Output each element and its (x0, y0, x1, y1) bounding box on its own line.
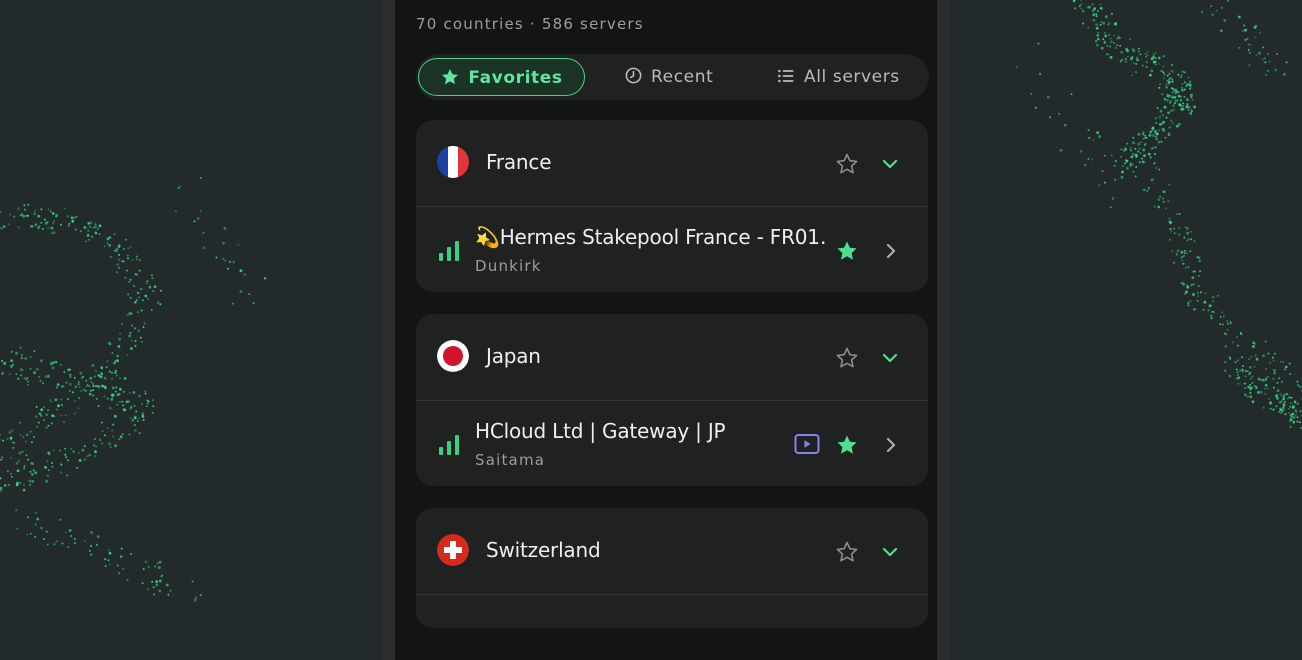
signal-strength-icon (438, 433, 460, 455)
tab-all-servers-label: All servers (804, 67, 900, 87)
server-row[interactable]: 💫Hermes Stakepool France - FR01… Dunkirk (416, 207, 928, 292)
star-filled-icon[interactable] (835, 239, 859, 263)
country-card-japan: Japan HCloud Ltd | Gateway | JP Saitama (416, 314, 928, 486)
tab-all-servers[interactable]: All servers (776, 58, 900, 96)
list-icon (776, 66, 796, 86)
star-filled-icon[interactable] (835, 433, 859, 457)
tab-recent-label: Recent (651, 67, 713, 87)
country-card-switzerland: Switzerland (416, 508, 928, 628)
country-name: France (486, 150, 551, 174)
server-city: Saitama (475, 451, 545, 469)
clock-icon (624, 66, 643, 85)
country-row-japan[interactable]: Japan (416, 314, 928, 401)
chevron-down-icon[interactable] (880, 348, 900, 368)
streaming-play-icon (794, 432, 820, 456)
chevron-down-icon[interactable] (880, 542, 900, 562)
tab-favorites[interactable]: Favorites (418, 58, 585, 96)
star-outline-icon[interactable] (835, 540, 859, 564)
tab-bar: Favorites Recent All servers (416, 54, 929, 100)
country-name: Switzerland (486, 538, 600, 562)
server-count-subtitle: 70 countries · 586 servers (416, 15, 644, 33)
signal-strength-icon (438, 239, 460, 261)
server-name: 💫Hermes Stakepool France - FR01… (475, 225, 825, 249)
server-city: Dunkirk (475, 257, 542, 275)
server-name: HCloud Ltd | Gateway | JP (475, 419, 725, 443)
phone-frame: 70 countries · 586 servers Favorites Rec… (382, 0, 950, 660)
country-card-france: France 💫Hermes Stakepool France - FR01… … (416, 120, 928, 292)
country-name: Japan (486, 344, 541, 368)
chevron-down-icon[interactable] (880, 154, 900, 174)
chevron-right-icon[interactable] (881, 435, 901, 455)
country-row-switzerland[interactable]: Switzerland (416, 508, 928, 595)
chevron-right-icon[interactable] (881, 241, 901, 261)
star-outline-icon[interactable] (835, 346, 859, 370)
server-row[interactable]: HCloud Ltd | Gateway | JP Saitama (416, 401, 928, 486)
country-row-france[interactable]: France (416, 120, 928, 207)
japan-flag-icon (437, 340, 469, 372)
tab-favorites-label: Favorites (468, 68, 562, 88)
switzerland-flag-icon (437, 534, 469, 566)
app-screen: 70 countries · 586 servers Favorites Rec… (395, 0, 937, 660)
star-icon (440, 67, 460, 87)
tab-recent[interactable]: Recent (624, 58, 713, 96)
france-flag-icon (437, 146, 469, 178)
star-outline-icon[interactable] (835, 152, 859, 176)
